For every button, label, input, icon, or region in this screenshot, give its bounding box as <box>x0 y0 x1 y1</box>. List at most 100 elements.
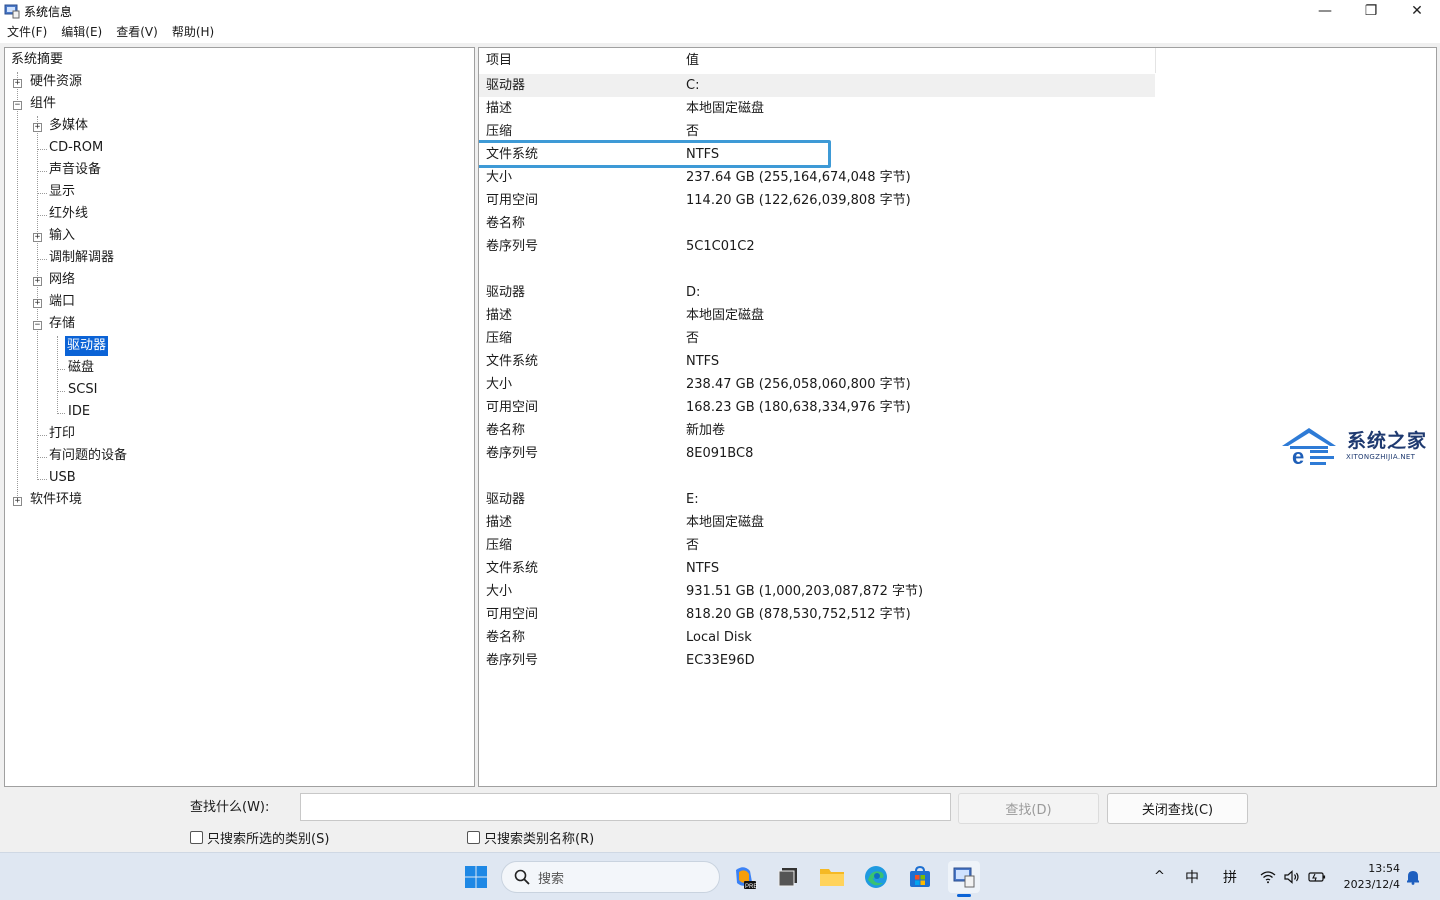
tree-item-printing[interactable]: 打印 <box>47 424 77 444</box>
window-title: 系统信息 <box>24 4 73 19</box>
tree-item-sound-device[interactable]: 声音设备 <box>47 160 103 180</box>
active-indicator <box>957 894 971 897</box>
expand-icon[interactable]: + <box>33 123 42 132</box>
menu-help[interactable]: 帮助(H) <box>165 22 221 43</box>
detail-row[interactable]: 卷名称 Local Disk <box>479 626 1155 649</box>
wifi-icon[interactable] <box>1260 870 1276 884</box>
detail-row[interactable]: 文件系统 NTFS <box>479 350 1155 373</box>
watermark-title: 系统之家 <box>1347 430 1428 452</box>
detail-row[interactable] <box>479 465 1155 488</box>
expand-icon[interactable]: + <box>13 79 22 88</box>
detail-row[interactable]: 压缩 否 <box>479 120 1155 143</box>
tree-item-disks[interactable]: 磁盘 <box>66 358 96 378</box>
detail-value-cell: 818.20 GB (878,530,752,512 字节) <box>686 607 911 622</box>
detail-value-cell: 新加卷 <box>686 423 726 438</box>
detail-row[interactable]: 压缩 否 <box>479 327 1155 350</box>
find-input[interactable] <box>300 793 951 821</box>
notification-bell-icon[interactable] <box>1406 869 1420 885</box>
ime-mode-indicator[interactable]: 拼 <box>1223 867 1237 887</box>
tree-item-scsi[interactable]: SCSI <box>66 380 99 400</box>
detail-row[interactable]: 描述 本地固定磁盘 <box>479 511 1155 534</box>
tree-item-infrared[interactable]: 红外线 <box>47 204 90 224</box>
file-explorer-app-icon[interactable] <box>816 861 848 893</box>
detail-row[interactable]: 描述 本地固定磁盘 <box>479 97 1155 120</box>
menu-view[interactable]: 查看(V) <box>109 22 165 43</box>
tree-item-modem[interactable]: 调制解调器 <box>47 248 116 268</box>
tree-item-system-summary[interactable]: 系统摘要 <box>9 50 65 70</box>
detail-value-cell: 168.23 GB (180,638,334,976 字节) <box>686 400 911 415</box>
search-category-names-option[interactable]: 只搜索类别名称(R) <box>467 828 594 847</box>
detail-item-cell: 压缩 <box>486 124 513 139</box>
detail-row[interactable]: 驱动器 C: <box>479 74 1155 97</box>
expand-icon[interactable]: + <box>33 277 42 286</box>
volume-icon[interactable] <box>1284 870 1300 884</box>
expand-icon[interactable]: + <box>33 299 42 308</box>
detail-row[interactable]: 文件系统 NTFS <box>479 557 1155 580</box>
detail-row[interactable]: 卷序列号 EC33E96D <box>479 649 1155 672</box>
maximize-button[interactable]: ❐ <box>1348 0 1394 22</box>
ime-language-indicator[interactable]: 中 <box>1185 867 1199 887</box>
category-tree[interactable]: + − + + + + − + 系统摘要 硬件资源 组件 多媒体 CD-ROM … <box>4 47 475 787</box>
detail-row[interactable]: 驱动器 D: <box>479 281 1155 304</box>
tree-item-components[interactable]: 组件 <box>28 94 58 114</box>
detail-row[interactable]: 驱动器 E: <box>479 488 1155 511</box>
detail-row[interactable]: 大小 931.51 GB (1,000,203,087,872 字节) <box>479 580 1155 603</box>
detail-item-cell: 可用空间 <box>486 193 539 208</box>
battery-icon[interactable] <box>1308 870 1326 884</box>
collapse-icon[interactable]: − <box>13 101 22 110</box>
system-info-taskbar-icon[interactable] <box>948 861 980 897</box>
tree-line <box>17 72 18 502</box>
tree-item-input[interactable]: 输入 <box>47 226 77 246</box>
search-category-names-checkbox[interactable] <box>467 831 480 844</box>
search-selected-category-option[interactable]: 只搜索所选的类别(S) <box>190 828 329 847</box>
column-separator[interactable] <box>1155 48 1156 73</box>
detail-row[interactable]: 卷名称 新加卷 <box>479 419 1155 442</box>
menu-edit[interactable]: 编辑(E) <box>54 22 109 43</box>
clock-date: 2023/12/4 <box>1343 878 1400 891</box>
copilot-app-icon[interactable]: PRE <box>728 861 760 893</box>
tree-item-display[interactable]: 显示 <box>47 182 77 202</box>
tree-item-ide[interactable]: IDE <box>66 402 92 422</box>
collapse-icon[interactable]: − <box>33 321 42 330</box>
tree-item-problem-devices[interactable]: 有问题的设备 <box>47 446 129 466</box>
store-app-icon[interactable] <box>904 861 936 893</box>
expand-icon[interactable]: + <box>13 497 22 506</box>
system-clock[interactable]: 13:54 2023/12/4 <box>1334 861 1400 893</box>
search-selected-category-checkbox[interactable] <box>190 831 203 844</box>
tree-item-storage[interactable]: 存储 <box>47 314 77 334</box>
taskbar-search[interactable]: 搜索 <box>501 861 720 893</box>
tree-item-network[interactable]: 网络 <box>47 270 77 290</box>
tree-item-software-environment[interactable]: 软件环境 <box>28 490 84 510</box>
detail-row[interactable]: 可用空间 818.20 GB (878,530,752,512 字节) <box>479 603 1155 626</box>
detail-row[interactable]: 大小 238.47 GB (256,058,060,800 字节) <box>479 373 1155 396</box>
tree-item-multimedia[interactable]: 多媒体 <box>47 116 90 136</box>
tree-item-usb[interactable]: USB <box>47 468 78 488</box>
detail-row[interactable]: 压缩 否 <box>479 534 1155 557</box>
minimize-button[interactable]: — <box>1302 0 1348 22</box>
detail-row[interactable]: 卷名称 <box>479 212 1155 235</box>
detail-row[interactable]: 卷序列号 8E091BC8 <box>479 442 1155 465</box>
tree-item-cdrom[interactable]: CD-ROM <box>47 138 105 158</box>
detail-row[interactable]: 文件系统 NTFS <box>479 143 1155 166</box>
detail-row[interactable]: 大小 237.64 GB (255,164,674,048 字节) <box>479 166 1155 189</box>
tray-overflow-chevron[interactable]: ^ <box>1154 869 1165 884</box>
tree-item-hardware-resources[interactable]: 硬件资源 <box>28 72 84 92</box>
menu-file[interactable]: 文件(F) <box>0 22 54 43</box>
detail-row[interactable]: 描述 本地固定磁盘 <box>479 304 1155 327</box>
tree-item-drives[interactable]: 驱动器 <box>65 336 109 356</box>
tree-line <box>57 369 65 370</box>
expand-icon[interactable]: + <box>33 233 42 242</box>
detail-row[interactable]: 卷序列号 5C1C01C2 <box>479 235 1155 258</box>
detail-list[interactable]: 项目 值 驱动器 C: 描述 本地固定磁盘 压缩否文件系统 NTFS 大小 237.64 GB… <box>478 47 1437 787</box>
terminal-app-icon[interactable] <box>772 861 804 893</box>
detail-row[interactable]: 可用空间 168.23 GB (180,638,334,976 字节) <box>479 396 1155 419</box>
close-button[interactable]: ✕ <box>1394 0 1440 22</box>
detail-item-cell: 卷名称 <box>486 423 526 438</box>
start-button[interactable] <box>460 861 492 893</box>
detail-row[interactable] <box>479 258 1155 281</box>
close-find-button[interactable]: 关闭查找(C) <box>1107 793 1248 824</box>
find-button[interactable]: 查找(D) <box>958 793 1099 824</box>
tree-item-ports[interactable]: 端口 <box>47 292 77 312</box>
detail-row[interactable]: 可用空间 114.20 GB (122,626,039,808 字节) <box>479 189 1155 212</box>
edge-app-icon[interactable] <box>860 861 892 893</box>
